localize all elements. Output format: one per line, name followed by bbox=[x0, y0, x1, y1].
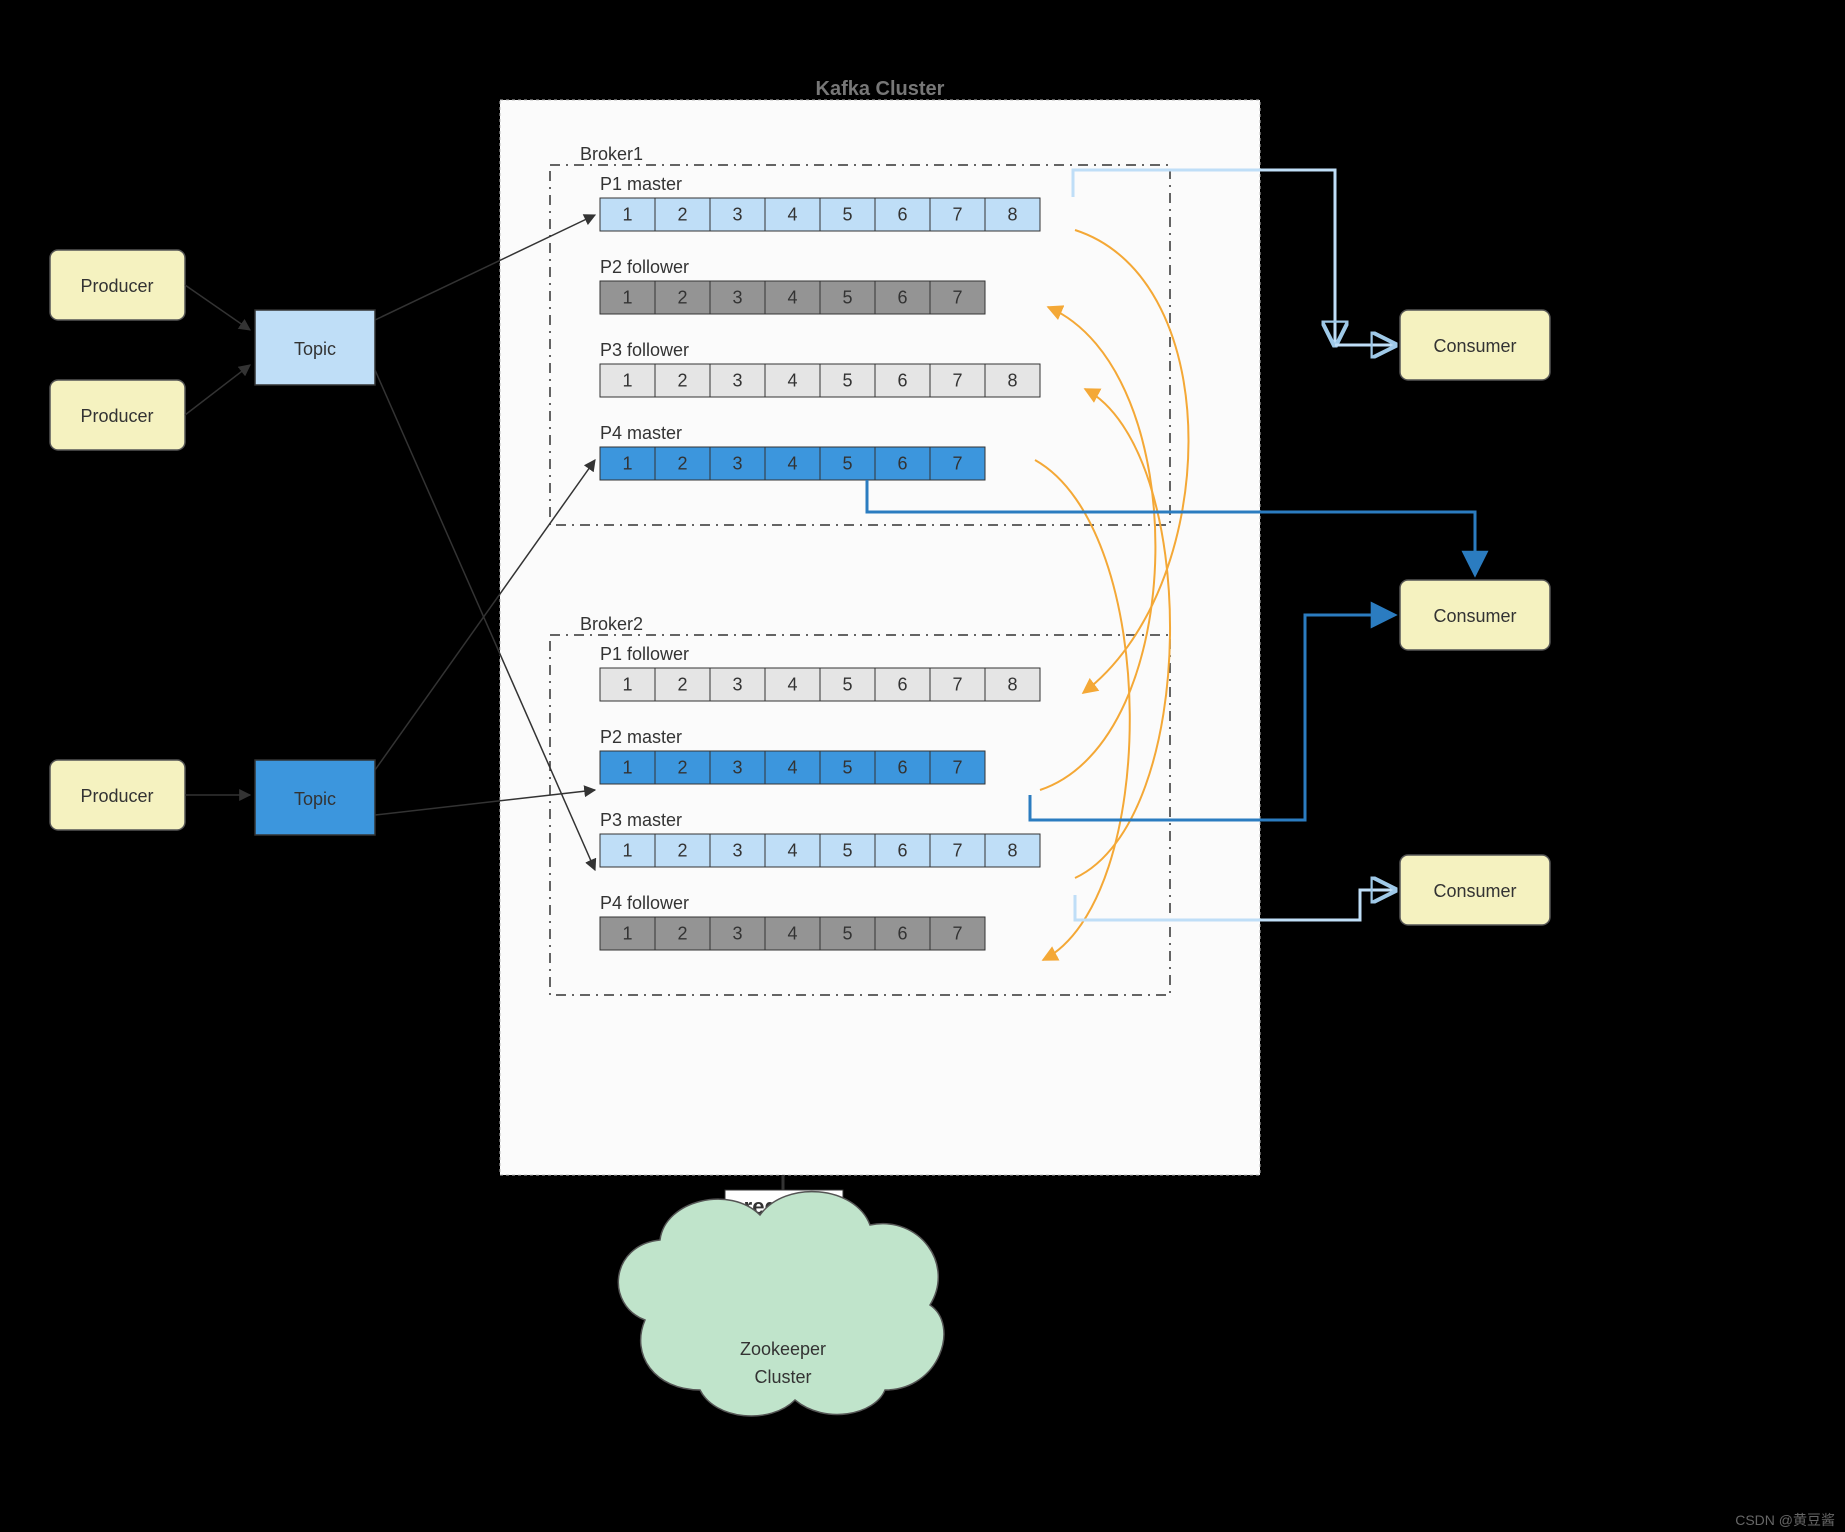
partition-cell-num: 4 bbox=[787, 287, 797, 307]
partition-cell-num: 4 bbox=[787, 923, 797, 943]
partition-cell-num: 1 bbox=[622, 923, 632, 943]
partition-cell-num: 3 bbox=[732, 757, 742, 777]
kafka-diagram: Kafka Cluster Producer Producer Producer… bbox=[0, 0, 1845, 1532]
partition-label: P3 master bbox=[600, 810, 682, 830]
broker-title: Broker2 bbox=[580, 614, 643, 634]
producer-label: Producer bbox=[80, 276, 153, 296]
producer-label: Producer bbox=[80, 786, 153, 806]
zookeeper-cloud: Zookeeper Cluster bbox=[618, 1192, 944, 1416]
partition-label: P3 follower bbox=[600, 340, 689, 360]
partition-cell-num: 7 bbox=[952, 287, 962, 307]
partition-cell-num: 6 bbox=[897, 204, 907, 224]
partition-label: P2 follower bbox=[600, 257, 689, 277]
partition-cell-num: 5 bbox=[842, 287, 852, 307]
partition-cell-num: 6 bbox=[897, 840, 907, 860]
partition-label: P2 master bbox=[600, 727, 682, 747]
partition-label: P4 follower bbox=[600, 893, 689, 913]
partition-cell-num: 5 bbox=[842, 923, 852, 943]
partition-cell-num: 4 bbox=[787, 674, 797, 694]
partition-cell-num: 2 bbox=[677, 757, 687, 777]
partition-cell-num: 2 bbox=[677, 287, 687, 307]
partition-cell-num: 4 bbox=[787, 757, 797, 777]
partition-cell-num: 7 bbox=[952, 453, 962, 473]
zookeeper-label-1: Zookeeper bbox=[740, 1339, 826, 1359]
partition-cell-num: 7 bbox=[952, 674, 962, 694]
partition-cell-num: 6 bbox=[897, 287, 907, 307]
partition-cell-num: 8 bbox=[1007, 370, 1017, 390]
partition-cell-num: 2 bbox=[677, 923, 687, 943]
partition-cell-num: 7 bbox=[952, 370, 962, 390]
partition-cell-num: 1 bbox=[622, 204, 632, 224]
producer-arrows bbox=[185, 285, 250, 795]
partition-cell-num: 3 bbox=[732, 453, 742, 473]
partition-cell-num: 5 bbox=[842, 204, 852, 224]
partition-cell-num: 5 bbox=[842, 674, 852, 694]
consumer-label: Consumer bbox=[1433, 336, 1516, 356]
partition-label: P4 master bbox=[600, 423, 682, 443]
watermark: CSDN @黄豆酱 bbox=[1735, 1512, 1835, 1528]
partition-label: P1 master bbox=[600, 174, 682, 194]
partition-cell-num: 5 bbox=[842, 840, 852, 860]
partition-cell-num: 6 bbox=[897, 370, 907, 390]
zookeeper-label-2: Cluster bbox=[754, 1367, 811, 1387]
partition-label: P1 follower bbox=[600, 644, 689, 664]
partition-cell-num: 4 bbox=[787, 840, 797, 860]
kafka-cluster-title: Kafka Cluster bbox=[816, 78, 945, 100]
partition-cell-num: 7 bbox=[952, 204, 962, 224]
partition-cell-num: 7 bbox=[952, 840, 962, 860]
partition-cell-num: 3 bbox=[732, 840, 742, 860]
partition-cell-num: 1 bbox=[622, 674, 632, 694]
consumer-boxes: Consumer Consumer Consumer bbox=[1400, 310, 1550, 925]
partition-cell-num: 4 bbox=[787, 370, 797, 390]
partition-cell-num: 4 bbox=[787, 204, 797, 224]
partition-cell-num: 5 bbox=[842, 370, 852, 390]
partition-cell-num: 6 bbox=[897, 757, 907, 777]
partition-cell-num: 4 bbox=[787, 453, 797, 473]
partition-cell-num: 8 bbox=[1007, 840, 1017, 860]
partition-cell-num: 1 bbox=[622, 840, 632, 860]
partition-cell-num: 2 bbox=[677, 453, 687, 473]
partition-cell-num: 5 bbox=[842, 757, 852, 777]
partition-cell-num: 3 bbox=[732, 287, 742, 307]
partition-cell-num: 6 bbox=[897, 674, 907, 694]
partition-cell-num: 3 bbox=[732, 923, 742, 943]
partition-cell-num: 1 bbox=[622, 453, 632, 473]
partition-cell-num: 7 bbox=[952, 757, 962, 777]
partition-cell-num: 2 bbox=[677, 204, 687, 224]
partition-cell-num: 3 bbox=[732, 204, 742, 224]
partition-cell-num: 8 bbox=[1007, 204, 1017, 224]
topic-label: Topic bbox=[294, 339, 336, 359]
partition-cell-num: 5 bbox=[842, 453, 852, 473]
partition-cell-num: 3 bbox=[732, 674, 742, 694]
topic-boxes: Topic Topic bbox=[255, 310, 375, 835]
partition-cell-num: 3 bbox=[732, 370, 742, 390]
partition-cell-num: 2 bbox=[677, 370, 687, 390]
producer-label: Producer bbox=[80, 406, 153, 426]
partition-cell-num: 6 bbox=[897, 923, 907, 943]
consumer-label: Consumer bbox=[1433, 606, 1516, 626]
topic-label: Topic bbox=[294, 789, 336, 809]
partition-cell-num: 1 bbox=[622, 287, 632, 307]
partition-cell-num: 2 bbox=[677, 840, 687, 860]
partition-cell-num: 6 bbox=[897, 453, 907, 473]
partition-cell-num: 7 bbox=[952, 923, 962, 943]
partition-cell-num: 8 bbox=[1007, 674, 1017, 694]
partition-cell-num: 2 bbox=[677, 674, 687, 694]
partition-cell-num: 1 bbox=[622, 757, 632, 777]
producer-boxes: Producer Producer Producer bbox=[50, 250, 185, 830]
broker-title: Broker1 bbox=[580, 144, 643, 164]
consumer-label: Consumer bbox=[1433, 881, 1516, 901]
partition-cell-num: 1 bbox=[622, 370, 632, 390]
